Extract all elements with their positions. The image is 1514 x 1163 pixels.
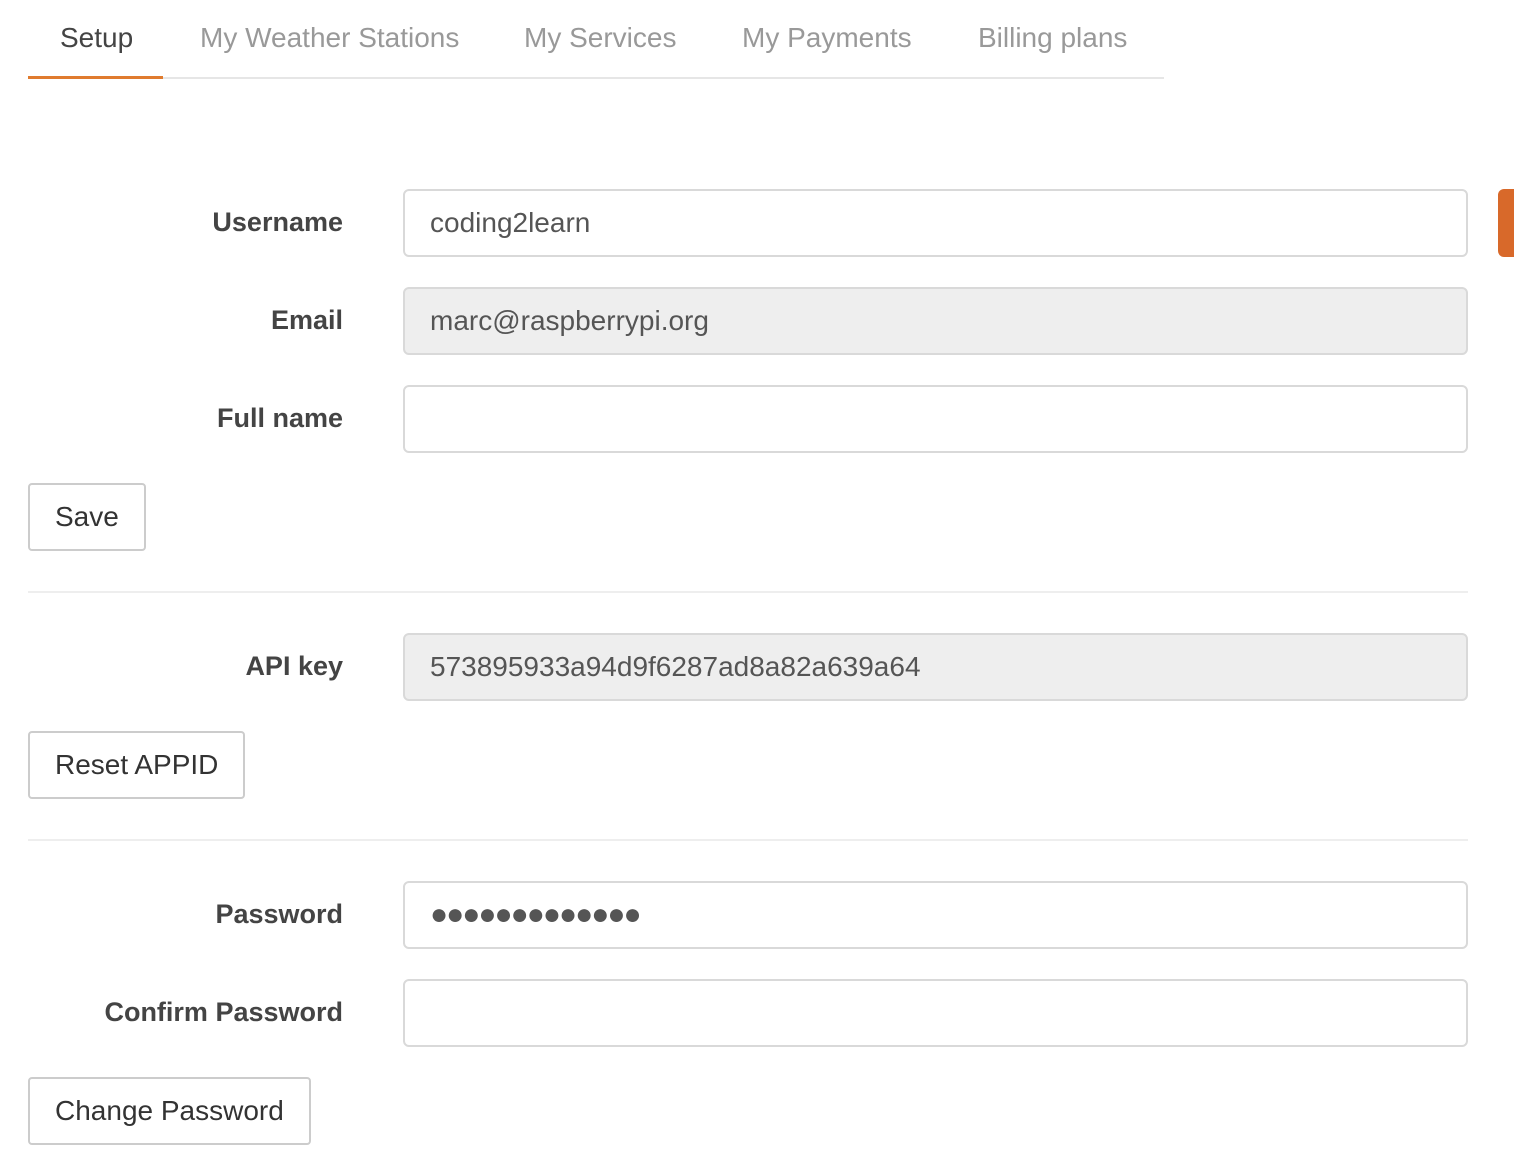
email-input[interactable] — [403, 287, 1468, 355]
username-input[interactable] — [403, 189, 1468, 257]
active-tab-indicator — [28, 76, 163, 79]
tab-my-weather-stations[interactable]: My Weather Stations — [200, 20, 459, 79]
change-password-button[interactable]: Change Password — [28, 1077, 311, 1145]
confirm-password-input[interactable] — [403, 979, 1468, 1047]
tab-billing-plans[interactable]: Billing plans — [978, 20, 1127, 79]
api-key-label: API key — [245, 651, 343, 681]
reset-appid-button[interactable]: Reset APPID — [28, 731, 246, 799]
full-name-input[interactable] — [403, 385, 1468, 453]
username-label: Username — [212, 207, 343, 237]
account-setup-page: Setup My Weather Stations My Services My… — [0, 0, 1514, 1163]
section-divider — [28, 839, 1468, 841]
tab-my-weather-stations-label: My Weather Stations — [200, 22, 460, 53]
email-label: Email — [270, 305, 343, 335]
full-name-label: Full name — [216, 403, 343, 433]
tab-my-services-label: My Services — [524, 22, 677, 53]
confirm-password-label: Confirm Password — [104, 997, 343, 1027]
tab-setup-label: Setup — [60, 22, 134, 53]
tab-bar: Setup My Weather Stations My Services My… — [28, 0, 1164, 79]
section-divider — [28, 591, 1468, 593]
tab-my-payments[interactable]: My Payments — [742, 20, 912, 79]
password-masked-value: ●●●●●●●●●●●●● — [430, 898, 642, 931]
tab-setup[interactable]: Setup — [60, 20, 133, 79]
password-label: Password — [215, 899, 343, 929]
tab-billing-plans-label: Billing plans — [978, 22, 1128, 53]
tab-my-services[interactable]: My Services — [524, 20, 676, 79]
save-button[interactable]: Save — [28, 483, 146, 551]
side-accent-tab[interactable] — [1498, 189, 1514, 257]
tab-my-payments-label: My Payments — [742, 22, 912, 53]
api-key-input[interactable] — [403, 633, 1468, 701]
password-input[interactable]: ●●●●●●●●●●●●● — [403, 881, 1468, 949]
